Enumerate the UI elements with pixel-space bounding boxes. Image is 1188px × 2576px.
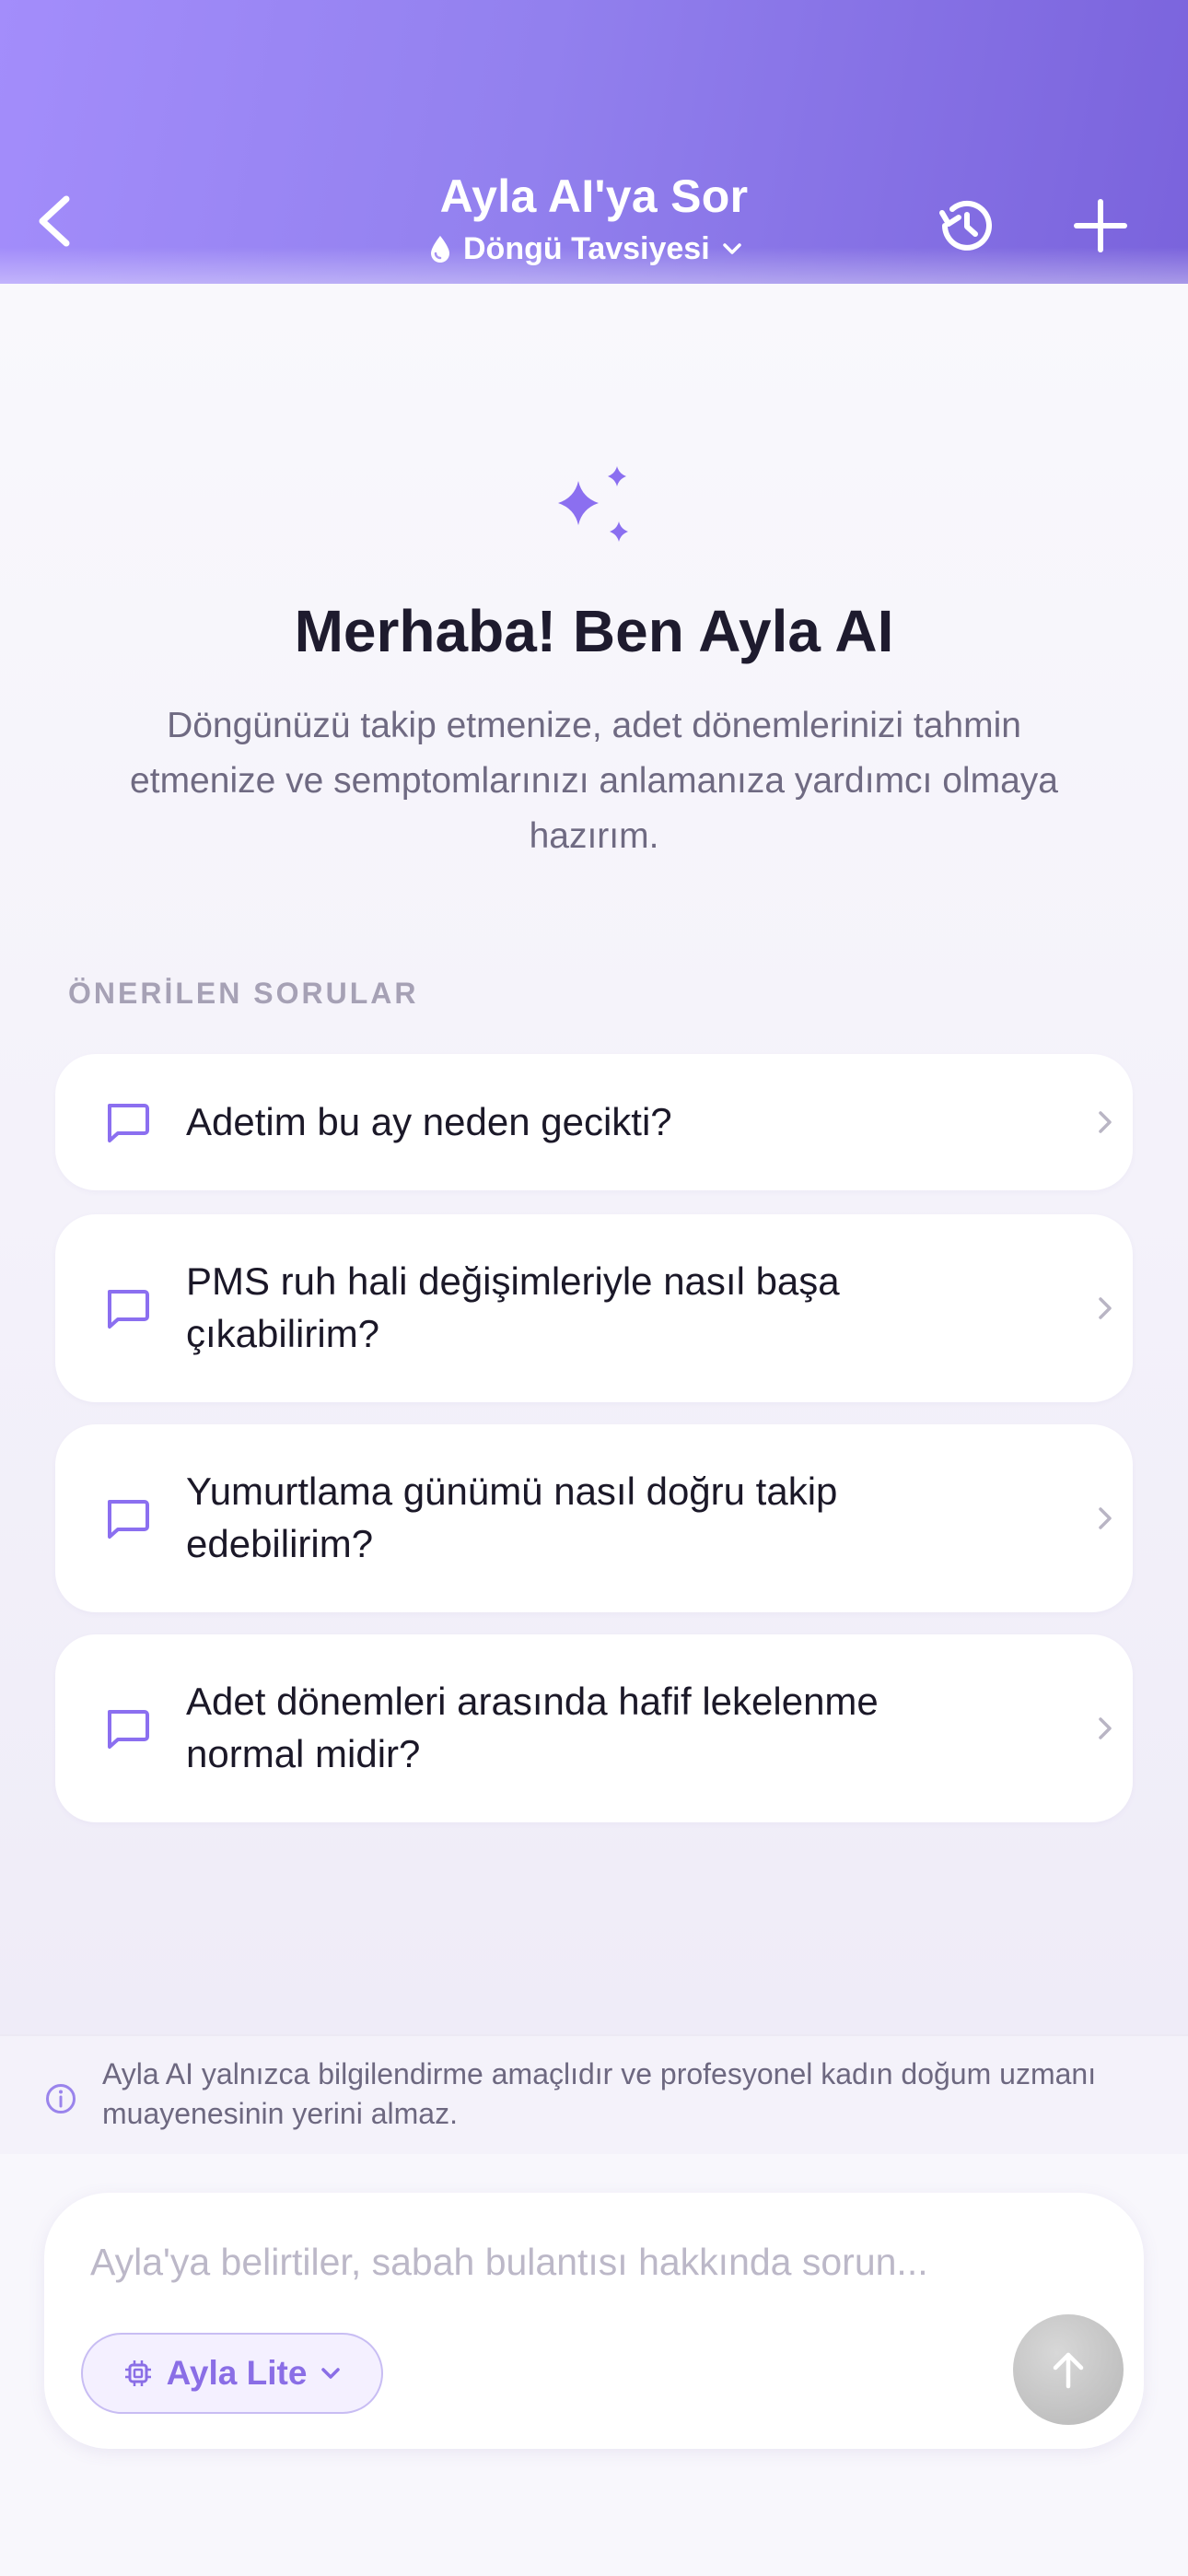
suggestion-card[interactable]: Adetim bu ay neden gecikti? — [55, 1054, 1133, 1190]
suggestion-text: Adetim bu ay neden gecikti? — [186, 1100, 672, 1143]
chat-bubble-icon — [108, 1500, 149, 1539]
composer: Ayla Lite — [44, 2193, 1144, 2449]
info-icon — [46, 2084, 76, 2113]
drop-icon — [431, 236, 449, 263]
page-title: Ayla AI'ya Sor — [439, 170, 749, 222]
history-icon — [939, 200, 992, 251]
chevron-right-icon — [1099, 1717, 1112, 1739]
suggestion-card[interactable]: Yumurtlama günümü nasıl doğru takip edeb… — [55, 1424, 1133, 1612]
sparkles-icon — [558, 466, 628, 542]
chevron-down-icon — [321, 2368, 341, 2379]
chip-icon — [124, 2360, 151, 2386]
disclaimer-text: Ayla AI yalnızca bilgilendirme amaçlıdır… — [102, 2057, 1097, 2130]
history-button[interactable] — [930, 189, 1004, 263]
welcome-description: Döngünüzü takip etmenize, adet dönemleri… — [130, 706, 1058, 856]
model-selector[interactable]: Ayla Lite — [81, 2333, 383, 2414]
chat-bubble-icon — [108, 1104, 149, 1142]
chat-bubble-icon — [108, 1290, 149, 1329]
chevron-right-icon — [1099, 1111, 1112, 1133]
welcome-title: Merhaba! Ben Ayla AI — [294, 598, 894, 664]
arrow-up-icon — [1053, 2352, 1084, 2389]
suggestion-card[interactable]: PMS ruh hali değişimleriyle nasıl başa ç… — [55, 1214, 1133, 1402]
suggestion-text: Adet dönemleri arasında hafif lekelenme … — [186, 1680, 879, 1775]
disclaimer-bar: Ayla AI yalnızca bilgilendirme amaçlıdır… — [0, 2034, 1188, 2156]
app-header: Ayla AI'ya Sor Döngü Tavsiyesi — [0, 0, 1188, 284]
chevron-right-icon — [1099, 1507, 1112, 1529]
suggestion-text: Yumurtlama günümü nasıl doğru takip edeb… — [186, 1469, 838, 1565]
plus-icon — [1074, 199, 1127, 252]
chevron-right-icon — [1099, 1297, 1112, 1319]
message-input[interactable] — [90, 2230, 1066, 2294]
mode-selector[interactable]: Döngü Tavsiyesi — [428, 225, 743, 273]
suggestions-label: ÖNERİLEN SORULAR — [68, 977, 419, 1010]
suggestion-text: PMS ruh hali değişimleriyle nasıl başa ç… — [186, 1259, 840, 1355]
chevron-down-icon — [722, 243, 741, 254]
model-label: Ayla Lite — [166, 2354, 308, 2392]
send-button[interactable] — [1013, 2314, 1124, 2425]
chat-bubble-icon — [108, 1710, 149, 1749]
suggestion-card[interactable]: Adet dönemleri arasında hafif lekelenme … — [55, 1634, 1133, 1822]
mode-label: Döngü Tavsiyesi — [463, 230, 710, 266]
new-chat-button[interactable] — [1064, 189, 1137, 263]
